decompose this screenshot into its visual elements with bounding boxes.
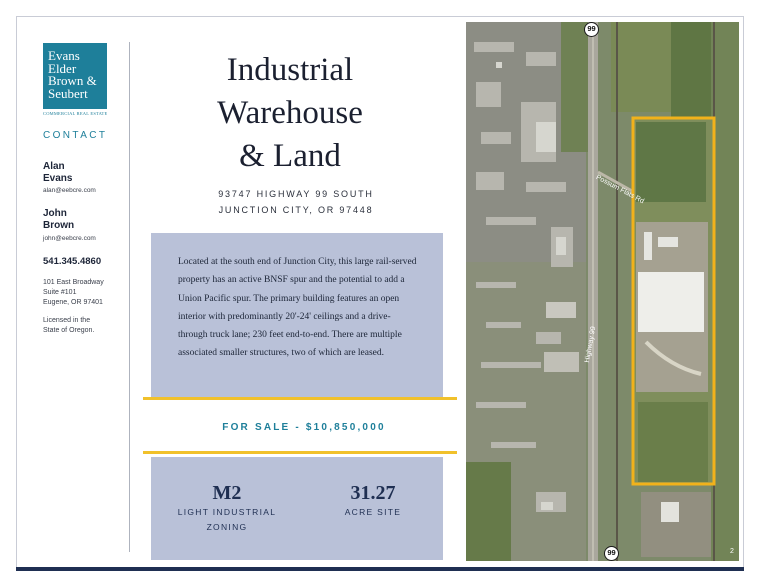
zoning-stat: M2 LIGHT INDUSTRIAL ZONING — [171, 482, 283, 534]
office-address: 101 East Broadway Suite #101 Eugene, OR … — [43, 279, 104, 306]
agent-email-2[interactable]: john@eebcre.com — [43, 235, 96, 242]
gold-divider-bottom — [143, 451, 457, 454]
property-city: JUNCTION CITY, OR 97448 — [218, 205, 374, 215]
zoning-value: M2 — [212, 482, 242, 504]
company-logo: Evans Elder Brown & Seubert — [43, 43, 107, 109]
agent-email-1[interactable]: alan@eebcre.com — [43, 187, 96, 194]
zoning-label-2: ZONING — [206, 522, 248, 532]
footer-bar — [16, 567, 744, 571]
aerial-map: Possum Flats Rd Highway 99 99 99 — [466, 22, 739, 561]
agent-name-2: John Brown — [43, 208, 75, 231]
property-description: Located at the south end of Junction Cit… — [178, 257, 417, 359]
license-note: Licensed in the State of Oregon. — [43, 317, 95, 334]
sidebar-divider — [129, 42, 130, 552]
highway-shield-bottom: 99 — [604, 546, 619, 561]
acreage-label: ACRE SITE — [344, 507, 402, 517]
highway-shield-top: 99 — [584, 22, 599, 37]
page-number: 2 — [730, 548, 734, 555]
contact-heading: CONTACT — [43, 130, 108, 141]
agent-name-1: Alan Evans — [43, 161, 73, 184]
zoning-label-1: LIGHT INDUSTRIAL — [177, 507, 277, 517]
stats-panel: M2 LIGHT INDUSTRIAL ZONING 31.27 ACRE SI… — [151, 457, 443, 560]
description-panel: Located at the south end of Junction Cit… — [151, 233, 443, 397]
logo-tagline: COMMERCIAL REAL ESTATE — [43, 111, 108, 116]
gold-divider-top — [143, 397, 457, 400]
acreage-stat: 31.27 ACRE SITE — [321, 482, 425, 519]
acreage-value: 31.27 — [350, 482, 396, 504]
property-title: Industrial Warehouse & Land — [217, 52, 363, 174]
sale-price: FOR SALE - $10,850,000 — [222, 422, 386, 433]
contact-phone[interactable]: 541.345.4860 — [43, 256, 101, 267]
property-street: 93747 HIGHWAY 99 SOUTH — [218, 189, 374, 199]
